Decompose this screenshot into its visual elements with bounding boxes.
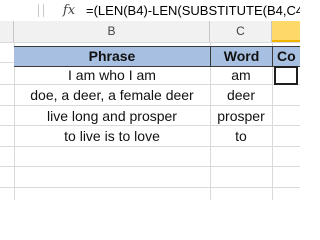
- table-header-row: Phrase Word Co: [14, 46, 300, 67]
- cell-phrase[interactable]: live long and prosper: [14, 107, 210, 126]
- cell-phrase[interactable]: to live is to love: [14, 127, 210, 146]
- active-cell[interactable]: [274, 66, 298, 85]
- column-header-b[interactable]: B: [14, 21, 210, 42]
- cell-word[interactable]: deer: [210, 86, 272, 105]
- column-headers: B C: [0, 21, 300, 43]
- header-divider: [272, 47, 273, 66]
- cell-word[interactable]: am: [210, 66, 272, 85]
- cell-word[interactable]: to: [210, 127, 272, 146]
- formula-bar-separator: [38, 4, 39, 17]
- formula-bar-separator: [43, 4, 44, 17]
- cell-word[interactable]: prosper: [210, 107, 272, 126]
- column-header-c[interactable]: C: [210, 21, 272, 42]
- header-cell-word[interactable]: Word: [211, 47, 272, 66]
- header-cell-count[interactable]: Co: [277, 47, 300, 66]
- cell-phrase[interactable]: I am who I am: [14, 66, 210, 85]
- select-all-corner[interactable]: [0, 21, 14, 42]
- formula-input[interactable]: =(LEN(B4)-LEN(SUBSTITUTE(B4,C4,"")))/LEN…: [86, 3, 300, 19]
- column-header-d[interactable]: [272, 21, 300, 42]
- insert-function-icon[interactable]: fx: [60, 1, 78, 20]
- formula-bar: fx =(LEN(B4)-LEN(SUBSTITUTE(B4,C4,"")))/…: [0, 0, 300, 22]
- header-cell-phrase[interactable]: Phrase: [14, 47, 210, 66]
- cell-phrase[interactable]: doe, a deer, a female deer: [14, 86, 210, 105]
